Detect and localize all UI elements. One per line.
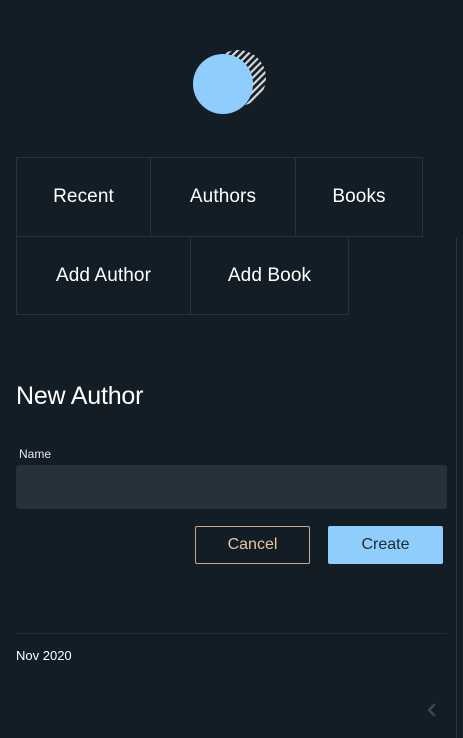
footer-divider (16, 633, 447, 634)
footer-date: Nov 2020 (16, 648, 72, 663)
name-input[interactable] (16, 465, 447, 509)
nav-authors[interactable]: Authors (150, 157, 296, 237)
page: Recent Authors Books Add Author Add Book… (0, 0, 463, 738)
form-title: New Author (16, 382, 144, 410)
nav-add-book[interactable]: Add Book (190, 236, 349, 315)
name-label: Name (19, 447, 52, 461)
cancel-button[interactable]: Cancel (195, 526, 310, 564)
logo-icon (193, 50, 266, 114)
scrollbar-track[interactable] (456, 238, 457, 738)
nav-add-author[interactable]: Add Author (16, 236, 191, 315)
nav-books[interactable]: Books (295, 157, 423, 237)
nav-recent[interactable]: Recent (16, 157, 151, 237)
create-button[interactable]: Create (328, 526, 443, 564)
chevron-left-icon[interactable] (424, 702, 440, 718)
